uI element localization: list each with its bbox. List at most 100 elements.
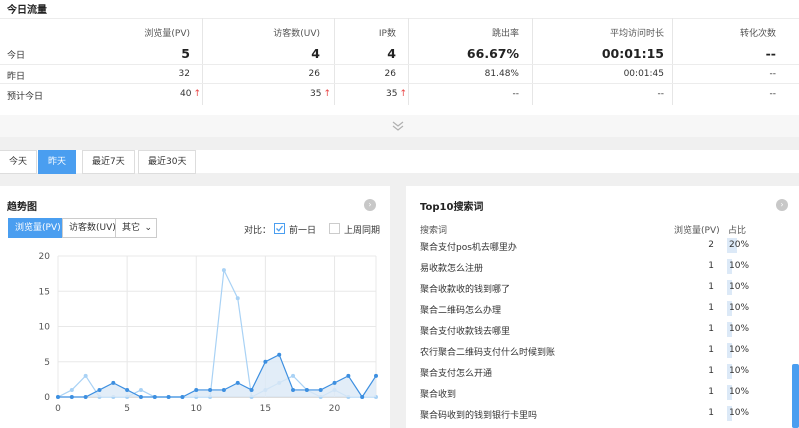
data-point [125, 387, 130, 392]
data-point [180, 395, 185, 399]
today-avg-duration: 00:01:15 [601, 46, 664, 61]
trend-chart: 0 5 10 15 20 0 5 10 15 20 [39, 252, 378, 414]
keyword-link[interactable]: 聚合收款收的钱到哪了 [420, 282, 510, 295]
x-tick-label: 10 [191, 404, 203, 414]
share-text: 10% [729, 261, 750, 271]
share-text: 10% [729, 324, 750, 334]
panel-title: 今日流量 [7, 5, 47, 16]
table-row[interactable]: 聚合码收到的钱到银行卡里吗 1 10% [408, 404, 798, 425]
table-row[interactable]: 聚合支付怎么开通 1 10% [408, 362, 798, 383]
forecast-bounce: -- [512, 89, 520, 99]
col-header-ip: IP数 [378, 29, 396, 39]
keyword-link[interactable]: 聚合支付收款钱去哪里 [420, 324, 510, 337]
metric-tab-pv[interactable]: 浏览量(PV) [8, 218, 68, 238]
compare-last-week-label: 上周同期 [344, 226, 381, 236]
table-row[interactable]: 易收款怎么注册 1 10% [408, 257, 798, 278]
table-row[interactable]: 聚合收到 1 10% [408, 383, 798, 404]
share-text: 10% [729, 366, 750, 376]
arrow-up-icon: ↑ [399, 89, 407, 99]
series-line [57, 267, 376, 398]
today-uv: 4 [311, 46, 320, 61]
data-point [69, 387, 74, 392]
keyword-link[interactable]: 聚合支付怎么开通 [420, 366, 492, 379]
table-row[interactable]: 聚合二维码怎么办理 1 10% [408, 299, 798, 320]
forecast-pv-value: 40 [180, 89, 192, 99]
data-point [291, 373, 296, 378]
forecast-uv-value: 35 [310, 89, 322, 99]
keyword-pv: 2 [708, 240, 714, 250]
scrollbar-thumb[interactable] [792, 364, 799, 428]
keyword-pv: 1 [708, 282, 714, 292]
data-point [208, 387, 213, 392]
period-tab-bar: 今天 昨天 最近7天 最近30天 [0, 150, 799, 174]
keyword-pv: 1 [708, 366, 714, 376]
yesterday-pv: 32 [178, 69, 190, 79]
col-header-share: 占比 [728, 226, 747, 236]
keyword-share: 20% [727, 236, 767, 255]
table-row[interactable]: 聚合收款收的钱到哪了 1 10% [408, 278, 798, 299]
keyword-share: 10% [727, 383, 767, 402]
data-point [138, 395, 143, 399]
keyword-pv: 1 [708, 261, 714, 271]
column-divider [408, 18, 409, 105]
keyword-share: 10% [727, 362, 767, 381]
column-divider [672, 18, 673, 105]
metric-dropdown-other[interactable]: 其它 ⌄ [115, 218, 158, 238]
metric-tab-uv[interactable]: 访客数(UV) [62, 218, 123, 238]
share-text: 10% [729, 387, 750, 397]
keyword-link[interactable]: 聚合二维码怎么办理 [420, 303, 501, 316]
row-label-forecast: 预计今日 [7, 92, 44, 102]
x-tick-label: 0 [55, 404, 61, 414]
data-point [138, 387, 143, 392]
y-tick-label: 5 [44, 358, 50, 368]
keyword-share: 10% [727, 341, 767, 360]
chevron-right-icon[interactable]: › [776, 199, 788, 211]
arrow-up-icon: ↑ [193, 89, 201, 99]
data-point [166, 395, 171, 399]
chevron-down-icon: ⌄ [144, 223, 153, 233]
keyword-link[interactable]: 聚合收到 [420, 387, 456, 400]
tab-yesterday[interactable]: 昨天 [38, 150, 77, 174]
keyword-pv: 1 [708, 303, 714, 313]
column-divider [202, 18, 203, 105]
top10-title: Top10搜索词 [420, 202, 484, 213]
compare-label: 对比： [244, 226, 272, 236]
keyword-share: 10% [727, 299, 767, 318]
data-point [304, 387, 309, 392]
keyword-link[interactable]: 聚合支付pos机去哪里办 [420, 240, 517, 253]
column-divider [334, 18, 335, 105]
compare-last-week-checkbox[interactable] [329, 223, 340, 234]
data-point [346, 373, 351, 378]
keyword-link[interactable]: 聚合码收到的钱到银行卡里吗 [420, 408, 537, 421]
keyword-link[interactable]: 易收款怎么注册 [420, 261, 483, 274]
table-row[interactable]: 农行聚合二维码支付什么时候到账 1 10% [408, 341, 798, 362]
share-text: 20% [729, 240, 750, 250]
col-header-avg-duration: 平均访问时长 [609, 29, 664, 39]
yesterday-ip: 26 [384, 69, 396, 79]
forecast-ip-value: 35 [386, 89, 398, 99]
collapse-strip [0, 115, 799, 137]
tab-last-30-days[interactable]: 最近30天 [138, 150, 197, 174]
col-header-pv: 浏览量(PV) [674, 226, 720, 236]
today-ip: 4 [387, 46, 396, 61]
keyword-link[interactable]: 农行聚合二维码支付什么时候到账 [420, 345, 555, 358]
yesterday-conversions: -- [769, 69, 777, 79]
chevron-right-icon[interactable]: › [364, 199, 376, 211]
table-row[interactable]: 聚合支付收款钱去哪里 1 10% [408, 320, 798, 341]
data-point [83, 373, 88, 378]
tab-today[interactable]: 今天 [0, 150, 38, 174]
compare-prev-day-checkbox[interactable] [274, 223, 285, 234]
tab-last-7-days[interactable]: 最近7天 [82, 150, 135, 174]
col-header-conversions: 转化次数 [739, 29, 776, 39]
double-chevron-down-icon[interactable] [388, 120, 408, 132]
today-pv: 5 [181, 46, 190, 61]
keyword-share: 10% [727, 257, 767, 276]
share-text: 10% [729, 408, 750, 418]
data-point [235, 380, 240, 385]
today-conversions: -- [765, 46, 776, 61]
forecast-uv: 35 ↑ [270, 89, 332, 99]
series-area [58, 354, 376, 397]
divider [0, 18, 799, 19]
table-row[interactable]: 聚合支付pos机去哪里办 2 20% [408, 236, 798, 257]
data-point [221, 387, 226, 392]
